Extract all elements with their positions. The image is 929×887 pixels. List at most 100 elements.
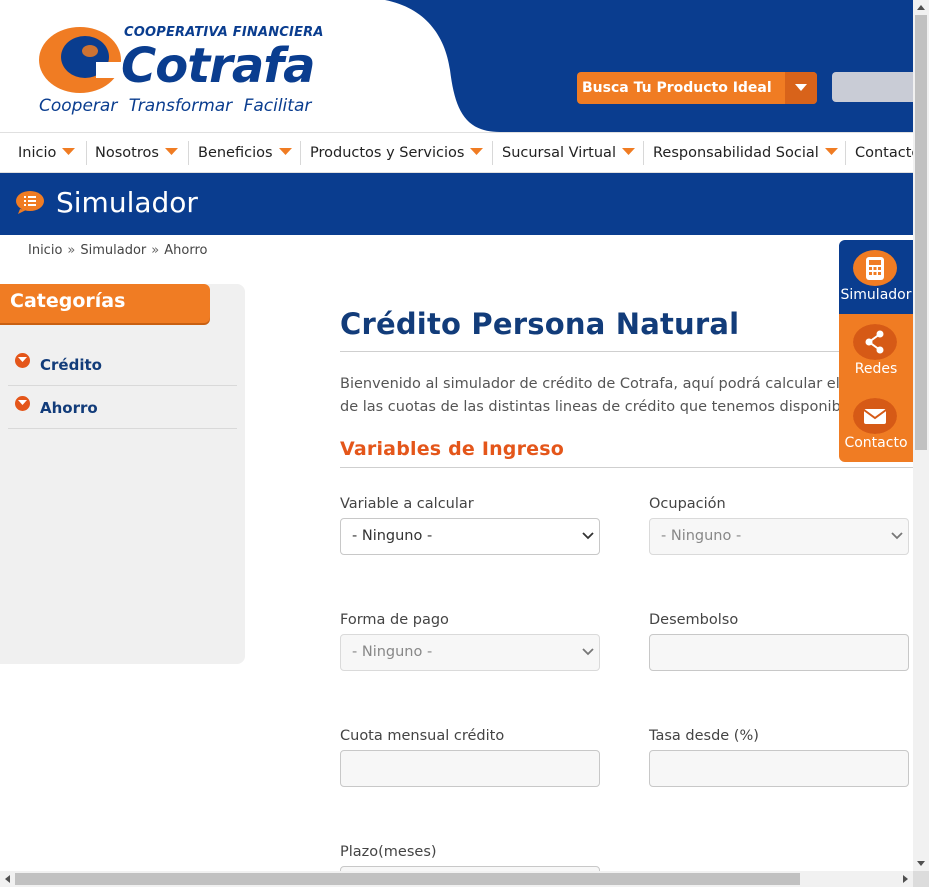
- float-label: Contacto: [844, 435, 908, 451]
- nav-divider: [188, 141, 189, 165]
- product-finder-button[interactable]: Busca Tu Producto Ideal: [577, 72, 817, 104]
- caret-down-icon: [824, 148, 838, 155]
- scroll-left-icon[interactable]: [0, 871, 16, 887]
- tasa-label: Tasa desde (%): [649, 728, 759, 744]
- nav-item-responsabilidad[interactable]: Responsabilidad Social: [653, 133, 838, 173]
- list-icon: [16, 191, 44, 214]
- caret-down-icon: [795, 84, 807, 91]
- category-ahorro[interactable]: Ahorro: [8, 386, 237, 429]
- ocupacion-select-value: - Ninguno -: [661, 528, 742, 544]
- product-finder-dropdown[interactable]: [785, 72, 817, 104]
- ocupacion-label: Ocupación: [649, 496, 726, 512]
- main-nav: Inicio Nosotros Beneficios Productos y S…: [0, 132, 913, 173]
- breadcrumb: Inicio » Simulador » Ahorro: [28, 243, 207, 258]
- desembolso-label: Desembolso: [649, 612, 739, 628]
- nav-divider: [86, 141, 87, 165]
- nav-label: Inicio: [18, 145, 57, 161]
- breadcrumb-separator: »: [67, 243, 76, 258]
- nav-item-contacto[interactable]: Contacto: [855, 133, 913, 173]
- chevron-down-icon: [582, 648, 594, 656]
- desembolso-input[interactable]: [649, 634, 909, 671]
- categories-heading: Categorías: [10, 290, 126, 312]
- chevron-down-icon: [891, 532, 903, 540]
- logo-main-text: Cotrafa: [121, 38, 315, 94]
- scroll-right-icon[interactable]: [897, 871, 913, 887]
- float-contacto[interactable]: Contacto: [839, 388, 913, 462]
- nav-label: Sucursal Virtual: [502, 145, 616, 161]
- chevron-down-icon: [582, 532, 594, 540]
- intro-text: Bienvenido al simulador de crédito de Co…: [340, 373, 860, 419]
- calculator-icon: [853, 250, 897, 286]
- floating-menu: Simulador Redes Contacto: [839, 240, 913, 462]
- share-icon: [853, 324, 897, 360]
- horizontal-scrollbar[interactable]: [0, 871, 913, 887]
- nav-divider: [492, 141, 493, 165]
- float-redes[interactable]: Redes: [839, 314, 913, 388]
- simulator-title: Crédito Persona Natural: [340, 307, 740, 341]
- chevron-down-icon: [15, 396, 30, 411]
- category-label: Ahorro: [40, 399, 98, 417]
- product-finder-label: Busca Tu Producto Ideal: [582, 80, 772, 96]
- cotrafa-logo[interactable]: COOPERATIVA FINANCIERA Cotrafa Cooperar …: [38, 22, 328, 122]
- breadcrumb-ahorro: Ahorro: [164, 243, 208, 258]
- plazo-label: Plazo(meses): [340, 844, 437, 860]
- variable-select-value: - Ninguno -: [352, 528, 433, 544]
- vertical-scrollbar[interactable]: [913, 0, 929, 871]
- float-label: Simulador: [840, 287, 912, 303]
- breadcrumb-simulador[interactable]: Simulador: [80, 243, 146, 258]
- nav-item-nosotros[interactable]: Nosotros: [95, 133, 178, 173]
- scroll-down-icon[interactable]: [913, 855, 929, 871]
- nav-label: Contacto: [855, 145, 913, 161]
- nav-divider: [643, 141, 644, 165]
- divider: [340, 351, 913, 352]
- tasa-input[interactable]: [649, 750, 909, 787]
- chevron-down-icon: [15, 353, 30, 368]
- logo-mark-icon: [39, 27, 122, 93]
- caret-down-icon: [470, 148, 484, 155]
- variable-select[interactable]: - Ninguno -: [340, 518, 600, 555]
- nav-item-sucursal[interactable]: Sucursal Virtual: [502, 133, 635, 173]
- horizontal-scroll-thumb[interactable]: [15, 873, 800, 885]
- nav-divider: [845, 141, 846, 165]
- ocupacion-select[interactable]: - Ninguno -: [649, 518, 909, 555]
- mail-icon: [853, 398, 897, 434]
- forma-pago-select[interactable]: - Ninguno -: [340, 634, 600, 671]
- float-simulador[interactable]: Simulador: [839, 240, 913, 314]
- nav-item-inicio[interactable]: Inicio: [18, 133, 76, 173]
- nav-item-productos[interactable]: Productos y Servicios: [310, 133, 484, 173]
- scrollbar-corner: [913, 871, 929, 887]
- nav-item-beneficios[interactable]: Beneficios: [198, 133, 292, 173]
- scroll-up-icon[interactable]: [913, 0, 929, 16]
- page-banner: Simulador: [0, 173, 913, 235]
- caret-down-icon: [164, 148, 178, 155]
- nav-label: Responsabilidad Social: [653, 145, 819, 161]
- search-input[interactable]: [832, 72, 913, 102]
- float-label: Redes: [854, 361, 898, 377]
- cuota-label: Cuota mensual crédito: [340, 728, 505, 744]
- intro-line: de las cuotas de las distintas lineas de…: [340, 399, 860, 415]
- page-title: Simulador: [56, 186, 198, 219]
- nav-label: Productos y Servicios: [310, 145, 465, 161]
- breadcrumb-separator: »: [151, 243, 160, 258]
- category-label: Crédito: [40, 356, 102, 374]
- category-credito[interactable]: Crédito: [8, 343, 237, 386]
- categories-header: Categorías: [0, 284, 210, 323]
- nav-label: Nosotros: [95, 145, 159, 161]
- divider: [340, 467, 913, 468]
- page: COOPERATIVA FINANCIERA Cotrafa Cooperar …: [0, 0, 913, 871]
- site-header: COOPERATIVA FINANCIERA Cotrafa Cooperar …: [0, 0, 913, 132]
- caret-down-icon: [621, 148, 635, 155]
- nav-divider: [300, 141, 301, 165]
- section-title: Variables de Ingreso: [340, 438, 565, 460]
- variable-label: Variable a calcular: [340, 496, 474, 512]
- breadcrumb-inicio[interactable]: Inicio: [28, 243, 62, 258]
- cuota-input[interactable]: [340, 750, 600, 787]
- categories-panel: [0, 284, 245, 664]
- forma-pago-label: Forma de pago: [340, 612, 449, 628]
- forma-pago-select-value: - Ninguno -: [352, 644, 433, 660]
- vertical-scroll-thumb[interactable]: [915, 15, 927, 450]
- nav-label: Beneficios: [198, 145, 273, 161]
- caret-down-icon: [62, 148, 76, 155]
- logo-tagline: Cooperar Transformar Facilitar: [39, 96, 312, 116]
- caret-down-icon: [278, 148, 292, 155]
